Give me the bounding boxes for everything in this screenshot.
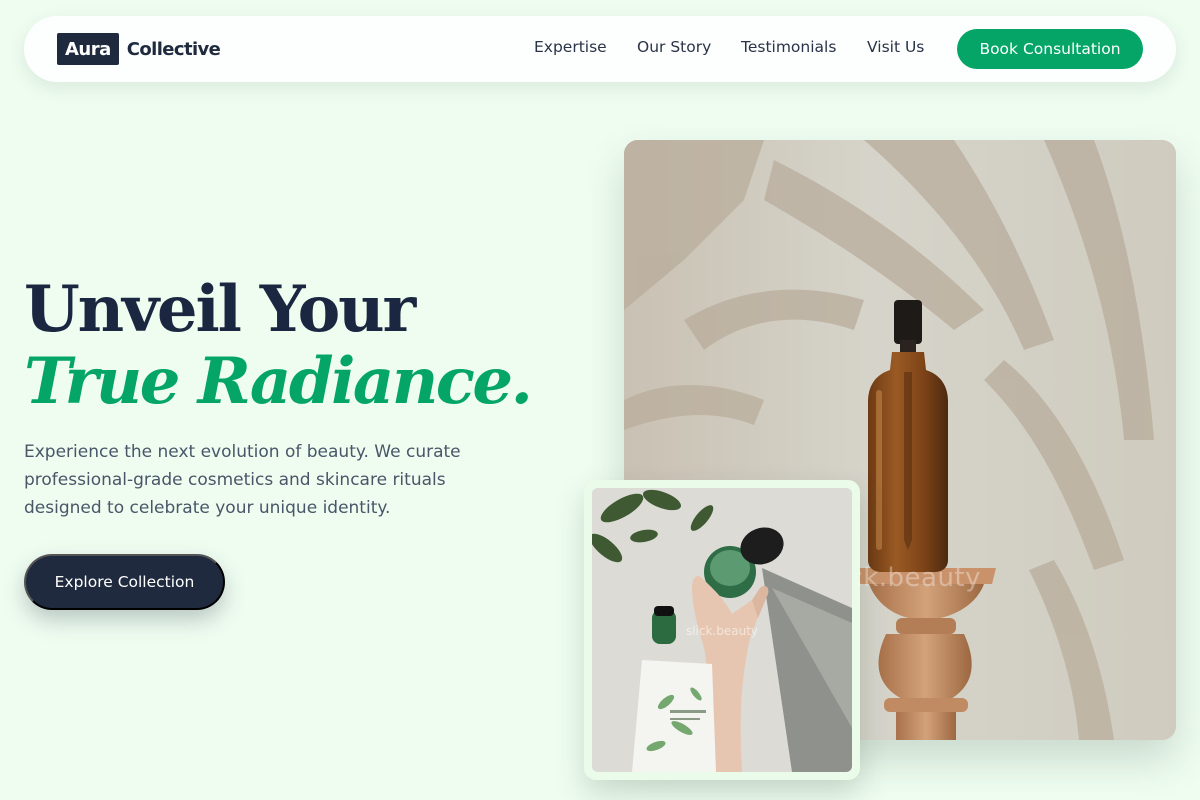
brand-logo[interactable]: Aura Collective: [57, 33, 221, 65]
explore-collection-button[interactable]: Explore Collection: [24, 554, 225, 610]
nav-link-visit-us[interactable]: Visit Us: [867, 38, 924, 56]
hero-description: Experience the next evolution of beauty.…: [24, 442, 461, 518]
hero-title-line1: Unveil Your: [24, 272, 416, 347]
secondary-image-card: slick.beauty: [584, 480, 860, 780]
logo-word: Collective: [126, 38, 221, 60]
nav-link-our-story[interactable]: Our Story: [637, 38, 711, 56]
hero-title-line2: True Radiance.: [24, 344, 533, 419]
logo-box: Aura: [57, 33, 119, 65]
nav-link-expertise[interactable]: Expertise: [534, 38, 607, 56]
skincare-flatlay-image: slick.beauty: [592, 488, 852, 772]
book-consultation-button[interactable]: Book Consultation: [957, 29, 1143, 69]
nav-link-testimonials[interactable]: Testimonials: [741, 38, 836, 56]
top-navbar: Aura Collective Expertise Our Story Test…: [24, 16, 1176, 82]
image-watermark-small: slick.beauty: [685, 624, 759, 638]
